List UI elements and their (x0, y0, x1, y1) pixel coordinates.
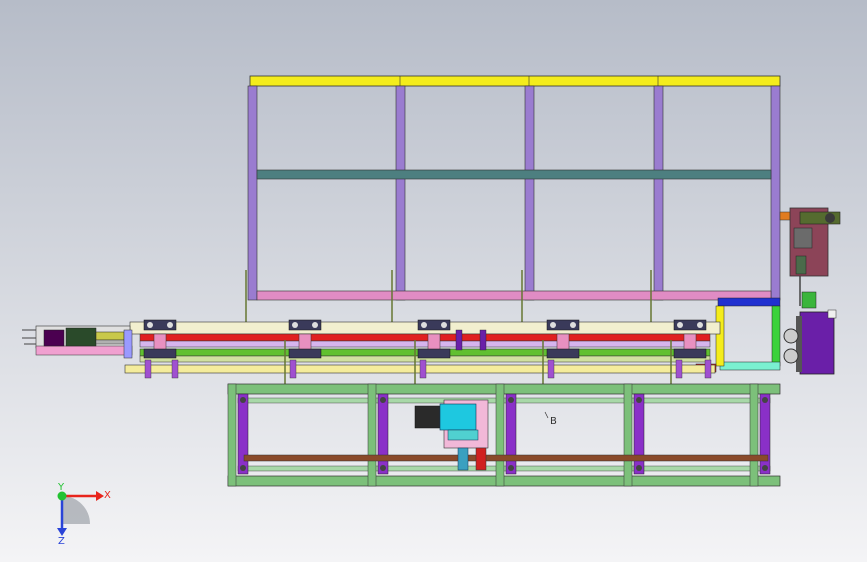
frame-post-1[interactable] (247, 85, 258, 301)
base-motor[interactable] (439, 403, 477, 431)
x-axis-label: X (104, 490, 111, 501)
base-leg-1[interactable] (227, 383, 249, 487)
annotation-label: B (550, 416, 557, 427)
frame-post-3[interactable] (524, 85, 535, 301)
z-axis-label: Z (58, 536, 65, 547)
frame-post-2[interactable] (395, 85, 406, 301)
base-leg-3[interactable] (495, 383, 517, 487)
rail-red[interactable] (139, 333, 711, 342)
bottom-crossbar[interactable] (256, 290, 772, 301)
cad-viewport[interactable]: B X Y Z (0, 0, 867, 562)
drive-shaft[interactable] (243, 454, 769, 462)
rail-lilac[interactable] (139, 340, 711, 348)
base-leg-2[interactable] (367, 383, 389, 487)
y-axis-label: Y (57, 482, 65, 493)
drive-motor[interactable] (799, 311, 835, 375)
top-beam[interactable] (249, 75, 781, 87)
cad-drawing-canvas[interactable]: B X Y Z (0, 0, 867, 562)
base-leg-4[interactable] (623, 383, 645, 487)
frame-post-4[interactable] (653, 85, 664, 301)
frame-post-5[interactable] (770, 85, 781, 301)
left-pusher-cylinder[interactable] (22, 325, 133, 359)
base-leg-5[interactable] (749, 383, 771, 487)
middle-crossbar[interactable] (256, 169, 772, 180)
